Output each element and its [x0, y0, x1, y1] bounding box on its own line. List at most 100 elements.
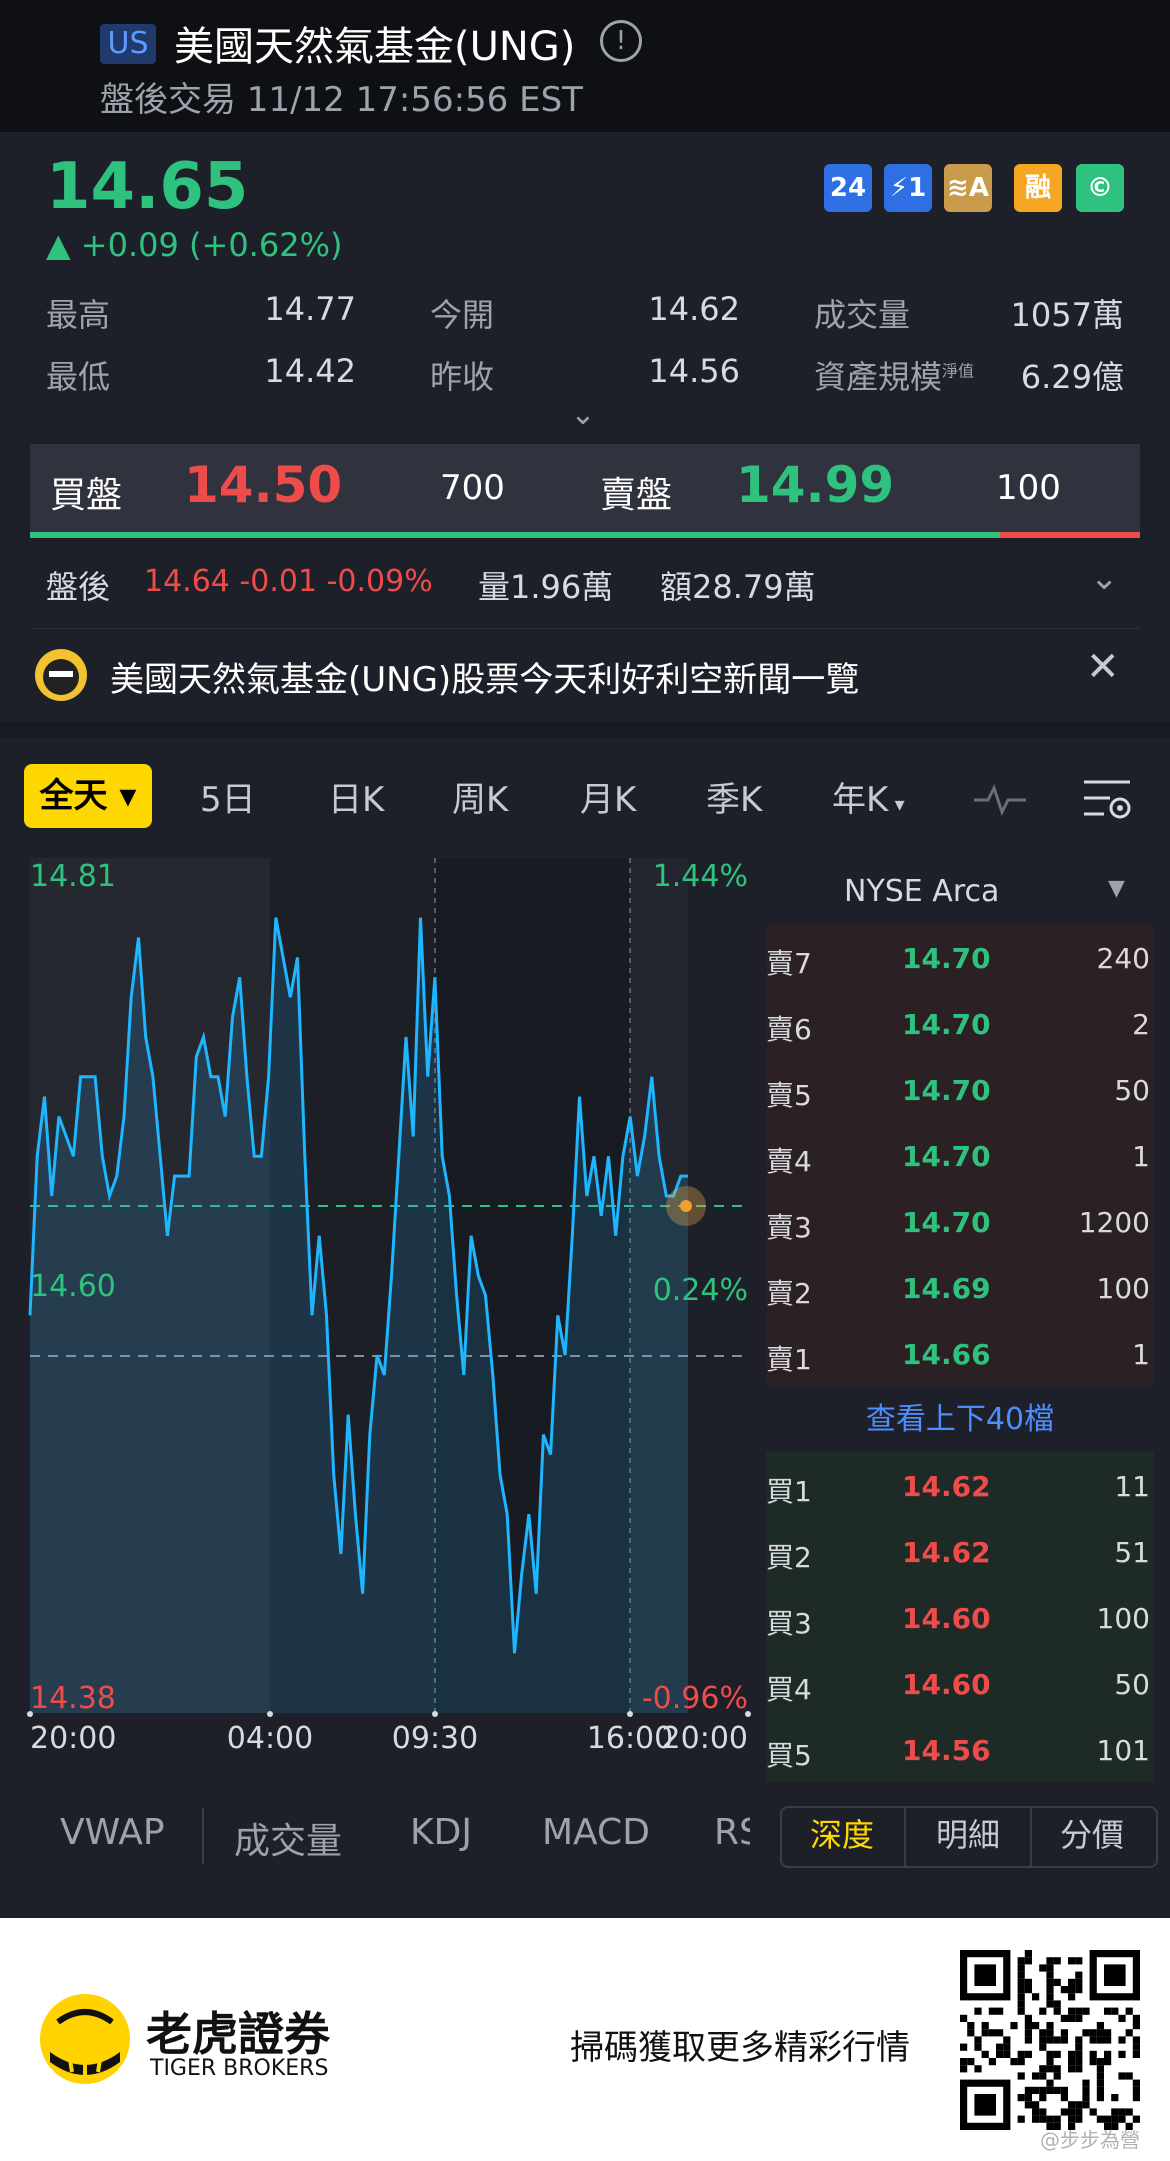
qr-module	[1017, 2058, 1025, 2066]
tab-quarter-k[interactable]: 季K	[706, 772, 762, 821]
qr-module	[1024, 2022, 1032, 2030]
prev-close-value: 14.56	[648, 352, 740, 390]
qr-module	[1060, 2029, 1068, 2037]
indicator-volume[interactable]: 成交量	[234, 1812, 342, 1864]
24h-badge-icon[interactable]: 24	[824, 164, 872, 212]
ask-price: 14.70	[902, 1140, 991, 1173]
bid-row[interactable]: 買4 14.60 50	[766, 1650, 1154, 1716]
close-icon[interactable]: ✕	[1086, 644, 1120, 690]
tab-all-day[interactable]: 全天 ▾	[24, 764, 152, 828]
aum-label: 資產規模淨值	[814, 358, 975, 396]
chevron-down-icon[interactable]: ⌄	[568, 400, 598, 430]
coin-badge-icon[interactable]: ©	[1076, 164, 1124, 212]
high-value: 14.77	[264, 290, 356, 328]
qr-module	[996, 2007, 1004, 2015]
tab-price-distribution[interactable]: 分價	[1030, 1806, 1154, 1864]
ask-row[interactable]: 賣4 14.70 1	[766, 1122, 1154, 1188]
ask-price: 14.70	[902, 1206, 991, 1239]
indicator-rsi[interactable]: RSI	[714, 1812, 750, 1853]
qr-module	[1132, 2086, 1140, 2094]
ask-row[interactable]: 賣3 14.70 1200	[766, 1188, 1154, 1254]
qr-module	[1075, 2108, 1083, 2116]
ask-row[interactable]: 賣5 14.70 50	[766, 1056, 1154, 1122]
tab-day-k[interactable]: 日K	[328, 772, 384, 821]
view-40-levels-link[interactable]: 查看上下40檔	[766, 1394, 1154, 1444]
after-hours-row[interactable]: 盤後 14.64 -0.01 -0.09% 量1.96萬 額28.79萬 ⌄	[0, 548, 1170, 620]
qr-module	[1089, 2036, 1097, 2044]
chart-settings-icon[interactable]	[1080, 774, 1136, 824]
bid-price: 14.60	[902, 1602, 991, 1635]
qr-module	[1075, 2050, 1083, 2058]
bid-row[interactable]: 買3 14.60 100	[766, 1584, 1154, 1650]
qr-code-icon[interactable]	[960, 1950, 1140, 2130]
qr-module	[1017, 1986, 1025, 1994]
qr-module	[1132, 2094, 1140, 2102]
qr-module	[1046, 1964, 1054, 1972]
ask-row[interactable]: 賣6 14.70 2	[766, 990, 1154, 1056]
after-hours-label: 盤後	[46, 568, 111, 606]
tab-detail[interactable]: 明細	[906, 1806, 1030, 1864]
tab-week-k[interactable]: 周K	[452, 772, 508, 821]
intraday-chart[interactable]: 14.81 14.60 14.38 1.44% 0.24% -0.96% 20:…	[0, 850, 760, 1750]
qr-module	[1068, 2014, 1076, 2022]
qr-module	[988, 2029, 996, 2037]
indicator-vwap[interactable]: VWAP	[60, 1812, 165, 1853]
lightning-badge-icon[interactable]: ⚡1	[884, 164, 932, 212]
indicator-kdj[interactable]: KDJ	[410, 1812, 472, 1853]
ask-size: 50	[1114, 1074, 1150, 1107]
qr-module	[1024, 1957, 1032, 1965]
brand-name-cn: 老虎證券	[146, 2007, 330, 2061]
tab-year-k[interactable]: 年K ▾	[832, 772, 905, 821]
indicator-macd[interactable]: MACD	[542, 1812, 650, 1853]
pulse-icon[interactable]	[972, 780, 1028, 816]
qr-module	[1024, 1986, 1032, 1994]
qr-module	[1017, 2094, 1025, 2102]
bid-level-label: 買2	[766, 1541, 812, 1574]
exchange-selector[interactable]: NYSE Arca ▼	[766, 868, 1154, 918]
news-banner[interactable]: 美國天然氣基金(UNG)股票今天利好利空新聞一覽 ✕	[30, 638, 1130, 712]
trading-status: 盤後交易 11/12 17:56:56 EST	[100, 80, 583, 120]
ask-level-label: 賣4	[766, 1145, 812, 1178]
qr-module	[974, 2007, 982, 2015]
qr-module	[1068, 1986, 1076, 1994]
bid-label: 買盤	[50, 475, 123, 516]
qr-module	[1082, 2079, 1090, 2087]
tab-5-day[interactable]: 5日	[200, 772, 256, 821]
margin-badge-icon[interactable]: 融	[1014, 164, 1062, 212]
x-tick-dot	[267, 1711, 273, 1717]
bid-row[interactable]: 買2 14.62 51	[766, 1518, 1154, 1584]
qr-module	[1068, 2108, 1076, 2116]
qr-module	[1118, 2036, 1126, 2044]
price-axis-low: 14.38	[30, 1681, 116, 1716]
qr-module	[1075, 2007, 1083, 2015]
qr-module	[1089, 2029, 1097, 2037]
qr-module	[1010, 2058, 1018, 2066]
info-icon[interactable]: !	[600, 20, 642, 62]
high-label: 最高	[46, 296, 111, 334]
chevron-down-icon[interactable]: ⌄	[1090, 558, 1119, 598]
layers-badge-icon[interactable]: ≋A	[944, 164, 992, 212]
qr-module	[1068, 1957, 1076, 1965]
qr-module	[1024, 1978, 1032, 1986]
tab-depth[interactable]: 深度	[780, 1806, 904, 1864]
qr-module	[1010, 2022, 1018, 2030]
qr-module	[1003, 2050, 1011, 2058]
tab-month-k[interactable]: 月K	[580, 772, 636, 821]
bid-row[interactable]: 買5 14.56 101	[766, 1716, 1154, 1782]
bid-price: 14.62	[902, 1536, 991, 1569]
qr-module	[1017, 1957, 1025, 1965]
ask-row[interactable]: 賣7 14.70 240	[766, 924, 1154, 990]
qr-module	[1082, 2007, 1090, 2015]
bid-row[interactable]: 買1 14.62 11	[766, 1452, 1154, 1518]
prev-close-label: 昨收	[430, 358, 495, 396]
ask-volume: 100	[996, 468, 1061, 508]
qr-module	[1060, 2108, 1068, 2116]
ask-level-label: 賣1	[766, 1343, 812, 1376]
bid-level-label: 買1	[766, 1475, 812, 1508]
qr-module	[1046, 2086, 1054, 2094]
ask-row[interactable]: 賣2 14.69 100	[766, 1254, 1154, 1320]
qr-module	[996, 2029, 1004, 2037]
qr-module	[1089, 2058, 1097, 2066]
current-price-marker	[680, 1200, 692, 1212]
ask-row[interactable]: 賣1 14.66 1	[766, 1320, 1154, 1386]
